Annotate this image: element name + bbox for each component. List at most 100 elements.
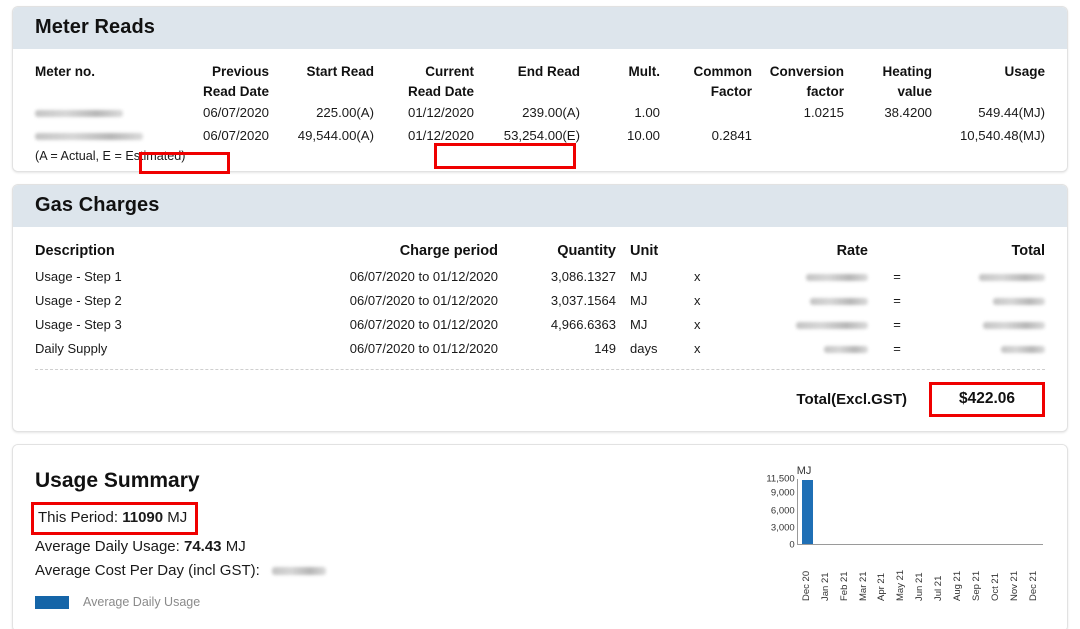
table-row: 06/07/2020 225.00(A) 01/12/2020 239.00(A…: [35, 101, 1045, 124]
average-daily-usage-value: 74.43: [183, 538, 222, 555]
chart-x-tick: Aug 21: [952, 570, 964, 601]
cell-common-factor: [666, 101, 756, 124]
chart-x-tick: Dec 21: [1028, 570, 1040, 601]
cell-end-read: 239.00(A): [522, 105, 580, 120]
chart-x-tick: Feb 21: [838, 571, 850, 601]
col-equals-spacer: [874, 241, 920, 265]
chart-bar-slot: [968, 479, 987, 544]
chart-x-axis: Dec 20 Jan 21 Feb 21 Mar 21 Apr 21 May 21 Jun …: [797, 551, 1043, 601]
table-row: Usage - Step 3 06/07/2020 to 01/12/2020 …: [35, 313, 1045, 337]
average-daily-usage-label: Average Daily Usage:: [35, 538, 180, 555]
gas-charges-title: Gas Charges: [35, 194, 160, 216]
gas-charges-tbody: Usage - Step 1 06/07/2020 to 01/12/2020 …: [35, 265, 1045, 361]
charges-divider: [35, 369, 1045, 370]
redacted-rate: [824, 346, 868, 354]
cell-usage: 10,540.48(MJ): [959, 128, 1045, 143]
chart-x-tick: Jan 21: [819, 572, 831, 601]
cell-rate-redacted: [754, 265, 874, 289]
cell-equals: =: [893, 269, 901, 284]
usage-summary-body: Usage Summary This Period: 11090 MJ Aver…: [13, 445, 1067, 629]
cell-description: Daily Supply: [35, 341, 108, 356]
chart-legend: Average Daily Usage: [35, 595, 535, 609]
cell-quantity: 3,086.1327: [550, 269, 616, 284]
cell-equals: =: [893, 293, 901, 308]
table-row: Daily Supply 06/07/2020 to 01/12/2020 14…: [35, 337, 1045, 361]
chart-y-tick: 0: [789, 539, 795, 551]
average-cost-per-day-label: Average Cost Per Day (incl GST):: [35, 562, 260, 579]
cell-unit: MJ: [630, 269, 648, 284]
redacted-total: [993, 298, 1045, 306]
cell-total-redacted: [920, 337, 1045, 361]
col-current-read-date-line2: Read Date: [407, 84, 474, 99]
meter-reads-header: Meter Reads: [13, 7, 1067, 49]
table-row: 06/07/2020 49,544.00(A) 01/12/2020 53,25…: [35, 124, 1045, 147]
cell-rate-redacted: [754, 289, 874, 313]
chart-x-tick: Dec 20: [800, 570, 812, 601]
gas-charges-header: Gas Charges: [13, 185, 1067, 227]
col-description: Description: [35, 243, 115, 259]
cell-unit: MJ: [630, 293, 648, 308]
chart-bar-slot: [1024, 479, 1043, 544]
gas-charges-card: Gas Charges Description Charge period Qu…: [12, 184, 1068, 432]
gas-charges-header-row: Description Charge period Quantity Unit …: [35, 241, 1045, 265]
this-period-unit: MJ: [167, 509, 188, 526]
col-meter-no: Meter no.: [35, 64, 96, 79]
total-excl-gst-value: $422.06: [958, 390, 1016, 407]
note-estimated: Estimated): [125, 149, 186, 163]
redacted-meter-number: [35, 110, 123, 118]
usage-summary-title: Usage Summary: [35, 469, 200, 492]
meter-reads-header-row-1: Meter no. Previous Start Read Current En…: [35, 61, 1045, 81]
col-unit: Unit: [630, 243, 659, 259]
cell-operator: x: [694, 317, 701, 332]
cell-charge-period: 06/07/2020 to 01/12/2020: [349, 293, 498, 308]
bill-page: Meter Reads Meter no. Previous Start Rea…: [0, 0, 1080, 629]
chart-y-axis: 11,500 9,000 6,000 3,000 0: [757, 474, 794, 549]
cell-previous-read-date: 06/07/2020: [202, 128, 269, 143]
this-period-row: This Period: 11090 MJ: [31, 502, 535, 535]
gas-charges-body: Description Charge period Quantity Unit …: [13, 227, 1067, 431]
usage-bar-chart: MJ 11,500 9,000 6,000 3,000 0 Dec 20 Jan 21 Fe…: [757, 465, 1045, 621]
cell-usage: 549.44(MJ): [978, 105, 1045, 120]
total-excl-gst-label: Total(Excl.GST): [796, 391, 907, 408]
legend-color-swatch: [35, 595, 69, 609]
chart-x-tick-slot: Apr 21: [873, 551, 892, 601]
cell-description: Usage - Step 1: [35, 269, 122, 284]
redacted-rate: [806, 274, 868, 282]
chart-x-tick-slot: Mar 21: [854, 551, 873, 601]
this-period-highlight: This Period: 11090 MJ: [31, 502, 199, 535]
usage-summary-details: Usage Summary This Period: 11090 MJ Aver…: [31, 469, 535, 621]
col-meter-no-line2: [35, 81, 170, 101]
cell-unit: MJ: [630, 317, 648, 332]
meter-reads-card: Meter Reads Meter no. Previous Start Rea…: [12, 6, 1068, 172]
meter-reads-title: Meter Reads: [35, 16, 156, 38]
chart-bar-slot: [873, 479, 892, 544]
legend-label: Average Daily Usage: [83, 595, 201, 609]
average-cost-per-day-row: Average Cost Per Day (incl GST):: [35, 559, 535, 583]
col-charge-period: Charge period: [399, 243, 498, 259]
cell-quantity: 3,037.1564: [550, 293, 616, 308]
cell-unit: days: [630, 341, 658, 356]
col-conversion-factor-line2: factor: [806, 84, 844, 99]
chart-x-tick: Mar 21: [857, 571, 869, 601]
cell-mult: 10.00: [626, 128, 660, 143]
cell-operator: x: [694, 269, 701, 284]
chart-x-tick-slot: Jan 21: [816, 551, 835, 601]
this-period-label: This Period:: [38, 509, 119, 526]
usage-summary-card: Usage Summary This Period: 11090 MJ Aver…: [12, 444, 1068, 629]
col-conversion-factor: Conversion: [769, 64, 844, 79]
chart-x-tick: Nov 21: [1009, 570, 1021, 601]
col-rate: Rate: [836, 243, 868, 259]
gas-charges-total-row: Total(Excl.GST) $422.06: [35, 382, 1045, 417]
chart-x-tick-slot: Dec 20: [797, 551, 816, 601]
this-period-value: 11090: [122, 509, 164, 526]
chart-bar-slot: [986, 479, 1005, 544]
chart-bars: [798, 479, 1043, 544]
average-daily-usage-unit: MJ: [225, 538, 246, 555]
cell-charge-period: 06/07/2020 to 01/12/2020: [349, 317, 498, 332]
chart-x-tick: Jul 21: [933, 575, 945, 601]
chart-bar-slot: [949, 479, 968, 544]
chart-bar-slot: [911, 479, 930, 544]
chart-bar-slot: [930, 479, 949, 544]
cell-description: Usage - Step 2: [35, 293, 122, 308]
actual-estimated-note: (A = Actual, E = Estimated): [35, 149, 1045, 163]
